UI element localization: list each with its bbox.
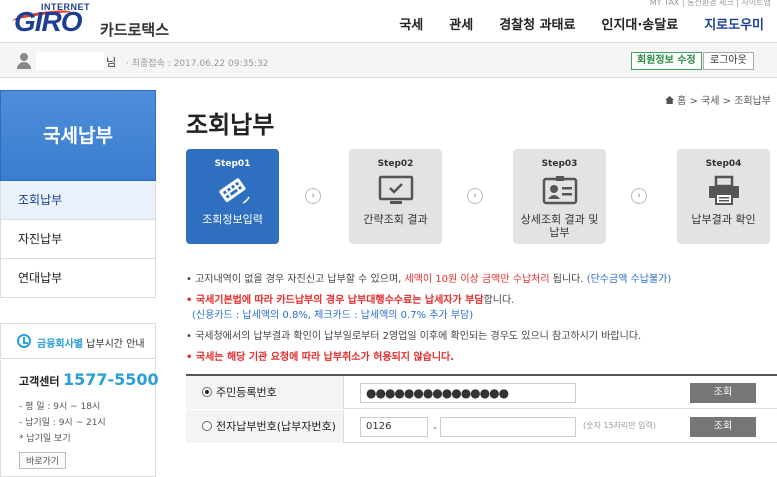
- sidebar-title: 국세납부: [0, 90, 156, 181]
- user-name-redacted: [36, 52, 104, 70]
- notice-4-red: 국세는 해당 기관 요청에 따라 납부취소가 허용되지 않습니다.: [195, 352, 455, 363]
- last-login-text: · 최종접속 : 2017.06.22 09:35:32: [126, 59, 269, 69]
- notice-3: • 국세청에서의 납부결과 확인이 납부일로부터 2영업일 이후에 확인되는 경…: [186, 331, 642, 342]
- edit-member-info-button[interactable]: 회원정보 수정: [631, 52, 702, 70]
- step-4: Step04 납부결과 확인: [677, 149, 770, 244]
- home-icon[interactable]: [665, 96, 675, 104]
- top-utility-links[interactable]: MY TAX | 통신환경 체크 | 사이트맵: [650, 0, 771, 8]
- payment-hours-link[interactable]: 금융회사별 납부시간 안내: [0, 323, 156, 359]
- e-payment-number-option[interactable]: 전자납부번호(납부자번호): [186, 410, 344, 443]
- notice-1: • 고지내역이 없을 경우 자진신고 납부할 수 있으며, 세액이 10원 이상…: [186, 274, 672, 285]
- main-nav: 국세 관세 경찰청 과태료 인지대·송달료 지로도우미: [386, 14, 777, 33]
- notice-list: • 고지내역이 없을 경우 자진신고 납부할 수 있으며, 세액이 10원 이상…: [186, 272, 776, 365]
- step-label: 상세조회 결과 및 납부: [520, 213, 599, 239]
- notice-4: • 국세는 해당 기관 요청에 따라 납부취소가 허용되지 않습니다.: [186, 352, 455, 363]
- breadcrumb: 홈 > 국세 > 조회납부: [665, 92, 771, 107]
- customer-center-box: 고객센터 1577-5500 - 평 일 : 9시 ~ 18시 - 납기일 : …: [0, 360, 159, 477]
- sidebar-item-self-payment[interactable]: 자진납부: [0, 220, 156, 259]
- step-number: Step03: [541, 159, 578, 169]
- payment-hours-highlight: 금융회사별: [37, 339, 83, 350]
- notice-2: • 국세기본법에 따라 카드납부의 경우 납부대행수수료는 납세자가 부담합니다…: [186, 295, 515, 306]
- step-number: Step04: [705, 159, 742, 169]
- shortcut-button[interactable]: 바로가기: [19, 452, 67, 469]
- notice-2-sub: (신용카드 : 납세액의 0.8%, 체크카드 : 납세액의 0.7% 추가 부…: [192, 310, 474, 321]
- e-payment-number-hint: (숫자 15자리만 입력): [583, 421, 657, 430]
- notice-2-red: 국세기본법에 따라 카드납부의 경우 납부대행수수료는 납세자가 부담: [195, 295, 484, 306]
- notice-1-tail: 됩니다.: [549, 274, 587, 285]
- step-label: 납부결과 확인: [691, 213, 756, 226]
- nav-stamp-fee[interactable]: 인지대·송달료: [588, 14, 691, 33]
- step-label: 조회정보입력: [202, 213, 263, 226]
- user-bar: 님 · 최종접속 : 2017.06.22 09:35:32 회원정보 수정 로…: [0, 42, 777, 78]
- notice-2-tail: 합니다.: [483, 295, 515, 306]
- weekday-hours: - 평 일 : 9시 ~ 18시: [19, 402, 101, 412]
- page-title: 조회납부: [186, 111, 275, 139]
- notice-3-text: 국세청에서의 납부결과 확인이 납부일로부터 2영업일 이후에 확인되는 경우도…: [195, 331, 642, 342]
- notice-1-red: 세액이 10원 이상 금액만 수납처리: [404, 274, 550, 285]
- printer-icon: [704, 175, 744, 207]
- step-number: Step02: [377, 159, 414, 169]
- payment-hours-text: 금융회사별 납부시간 안내: [37, 335, 145, 350]
- step-arrow-icon: ›: [305, 188, 321, 204]
- step-2: Step02 간략조회 결과: [349, 149, 442, 244]
- radio-unselected-icon[interactable]: [202, 421, 212, 431]
- resident-number-label: 주민등록번호: [216, 386, 277, 399]
- e-payment-number-row: 전자납부번호(납부자번호) 0126 - (숫자 15자리만 입력) 조회: [186, 410, 777, 443]
- step-arrow-icon: ›: [467, 188, 483, 204]
- logo-giro-text: GIRO: [14, 6, 83, 37]
- customer-center-label: 고객센터: [19, 375, 60, 388]
- e-payment-search-button[interactable]: 조회: [690, 417, 756, 437]
- nav-giro-helper[interactable]: 지로도우미: [691, 14, 777, 33]
- nav-police-fine[interactable]: 경찰청 과태료: [486, 14, 588, 33]
- sidebar-item-joint-payment[interactable]: 연대납부: [0, 259, 156, 298]
- nav-national-tax[interactable]: 국세: [386, 14, 436, 33]
- header: INTERNET GIRO 카드로택스 MY TAX | 통신환경 체크 | 사…: [0, 0, 777, 42]
- step-arrow-icon: ›: [631, 188, 647, 204]
- resident-number-search-button[interactable]: 조회: [690, 383, 756, 403]
- logo-subtitle: 카드로택스: [100, 21, 170, 39]
- e-payment-number-label: 전자납부번호(납부자번호): [216, 420, 336, 433]
- number-separator: -: [433, 421, 437, 434]
- radio-selected-icon[interactable]: [202, 387, 212, 397]
- user-name-suffix: 님: [106, 56, 117, 69]
- logout-button[interactable]: 로그아웃: [703, 52, 754, 70]
- sidebar: 국세납부 조회납부 자진납부 연대납부 금융회사별 납부시간 안내 고객센터 1…: [0, 90, 159, 477]
- nav-customs[interactable]: 관세: [436, 14, 486, 33]
- step-number: Step01: [214, 159, 251, 169]
- sidebar-item-inquiry-payment[interactable]: 조회납부: [0, 181, 156, 220]
- resident-number-row: 주민등록번호 ●●●●●●●●●●●●●●● 조회: [186, 376, 777, 409]
- due-date-hours: - 납기일 : 9시 ~ 21시: [19, 418, 106, 428]
- payment-hours-rest: 납부시간 안내: [83, 339, 145, 350]
- clock-icon: [17, 334, 31, 348]
- resident-number-input[interactable]: ●●●●●●●●●●●●●●●: [360, 383, 576, 403]
- notice-1-blue: (단수금액 수납불가): [586, 274, 672, 285]
- user-icon: [16, 53, 32, 69]
- e-payment-prefix-input[interactable]: 0126: [360, 417, 428, 437]
- step-1: Step01 조회정보입력: [186, 149, 279, 244]
- due-date-view-link[interactable]: * 납기일 보기: [19, 431, 155, 444]
- step-label: 간략조회 결과: [363, 213, 428, 226]
- monitor-check-icon: [376, 175, 416, 207]
- customer-center-row: 고객센터 1577-5500: [19, 370, 159, 389]
- id-card-icon: [540, 175, 580, 207]
- customer-center-phone: 1577-5500: [62, 370, 159, 389]
- e-payment-number-input[interactable]: [440, 417, 576, 437]
- step-3: Step03 상세조회 결과 및 납부: [513, 149, 606, 244]
- resident-number-option[interactable]: 주민등록번호: [186, 376, 344, 409]
- breadcrumb-text: 홈 > 국세 > 조회납부: [677, 96, 771, 107]
- inquiry-form: 주민등록번호 ●●●●●●●●●●●●●●● 조회 전자납부번호(납부자번호) …: [186, 374, 777, 443]
- notice-1-text: 고지내역이 없을 경우 자진신고 납부할 수 있으며,: [195, 274, 405, 285]
- card-keyboard-icon: [213, 175, 253, 207]
